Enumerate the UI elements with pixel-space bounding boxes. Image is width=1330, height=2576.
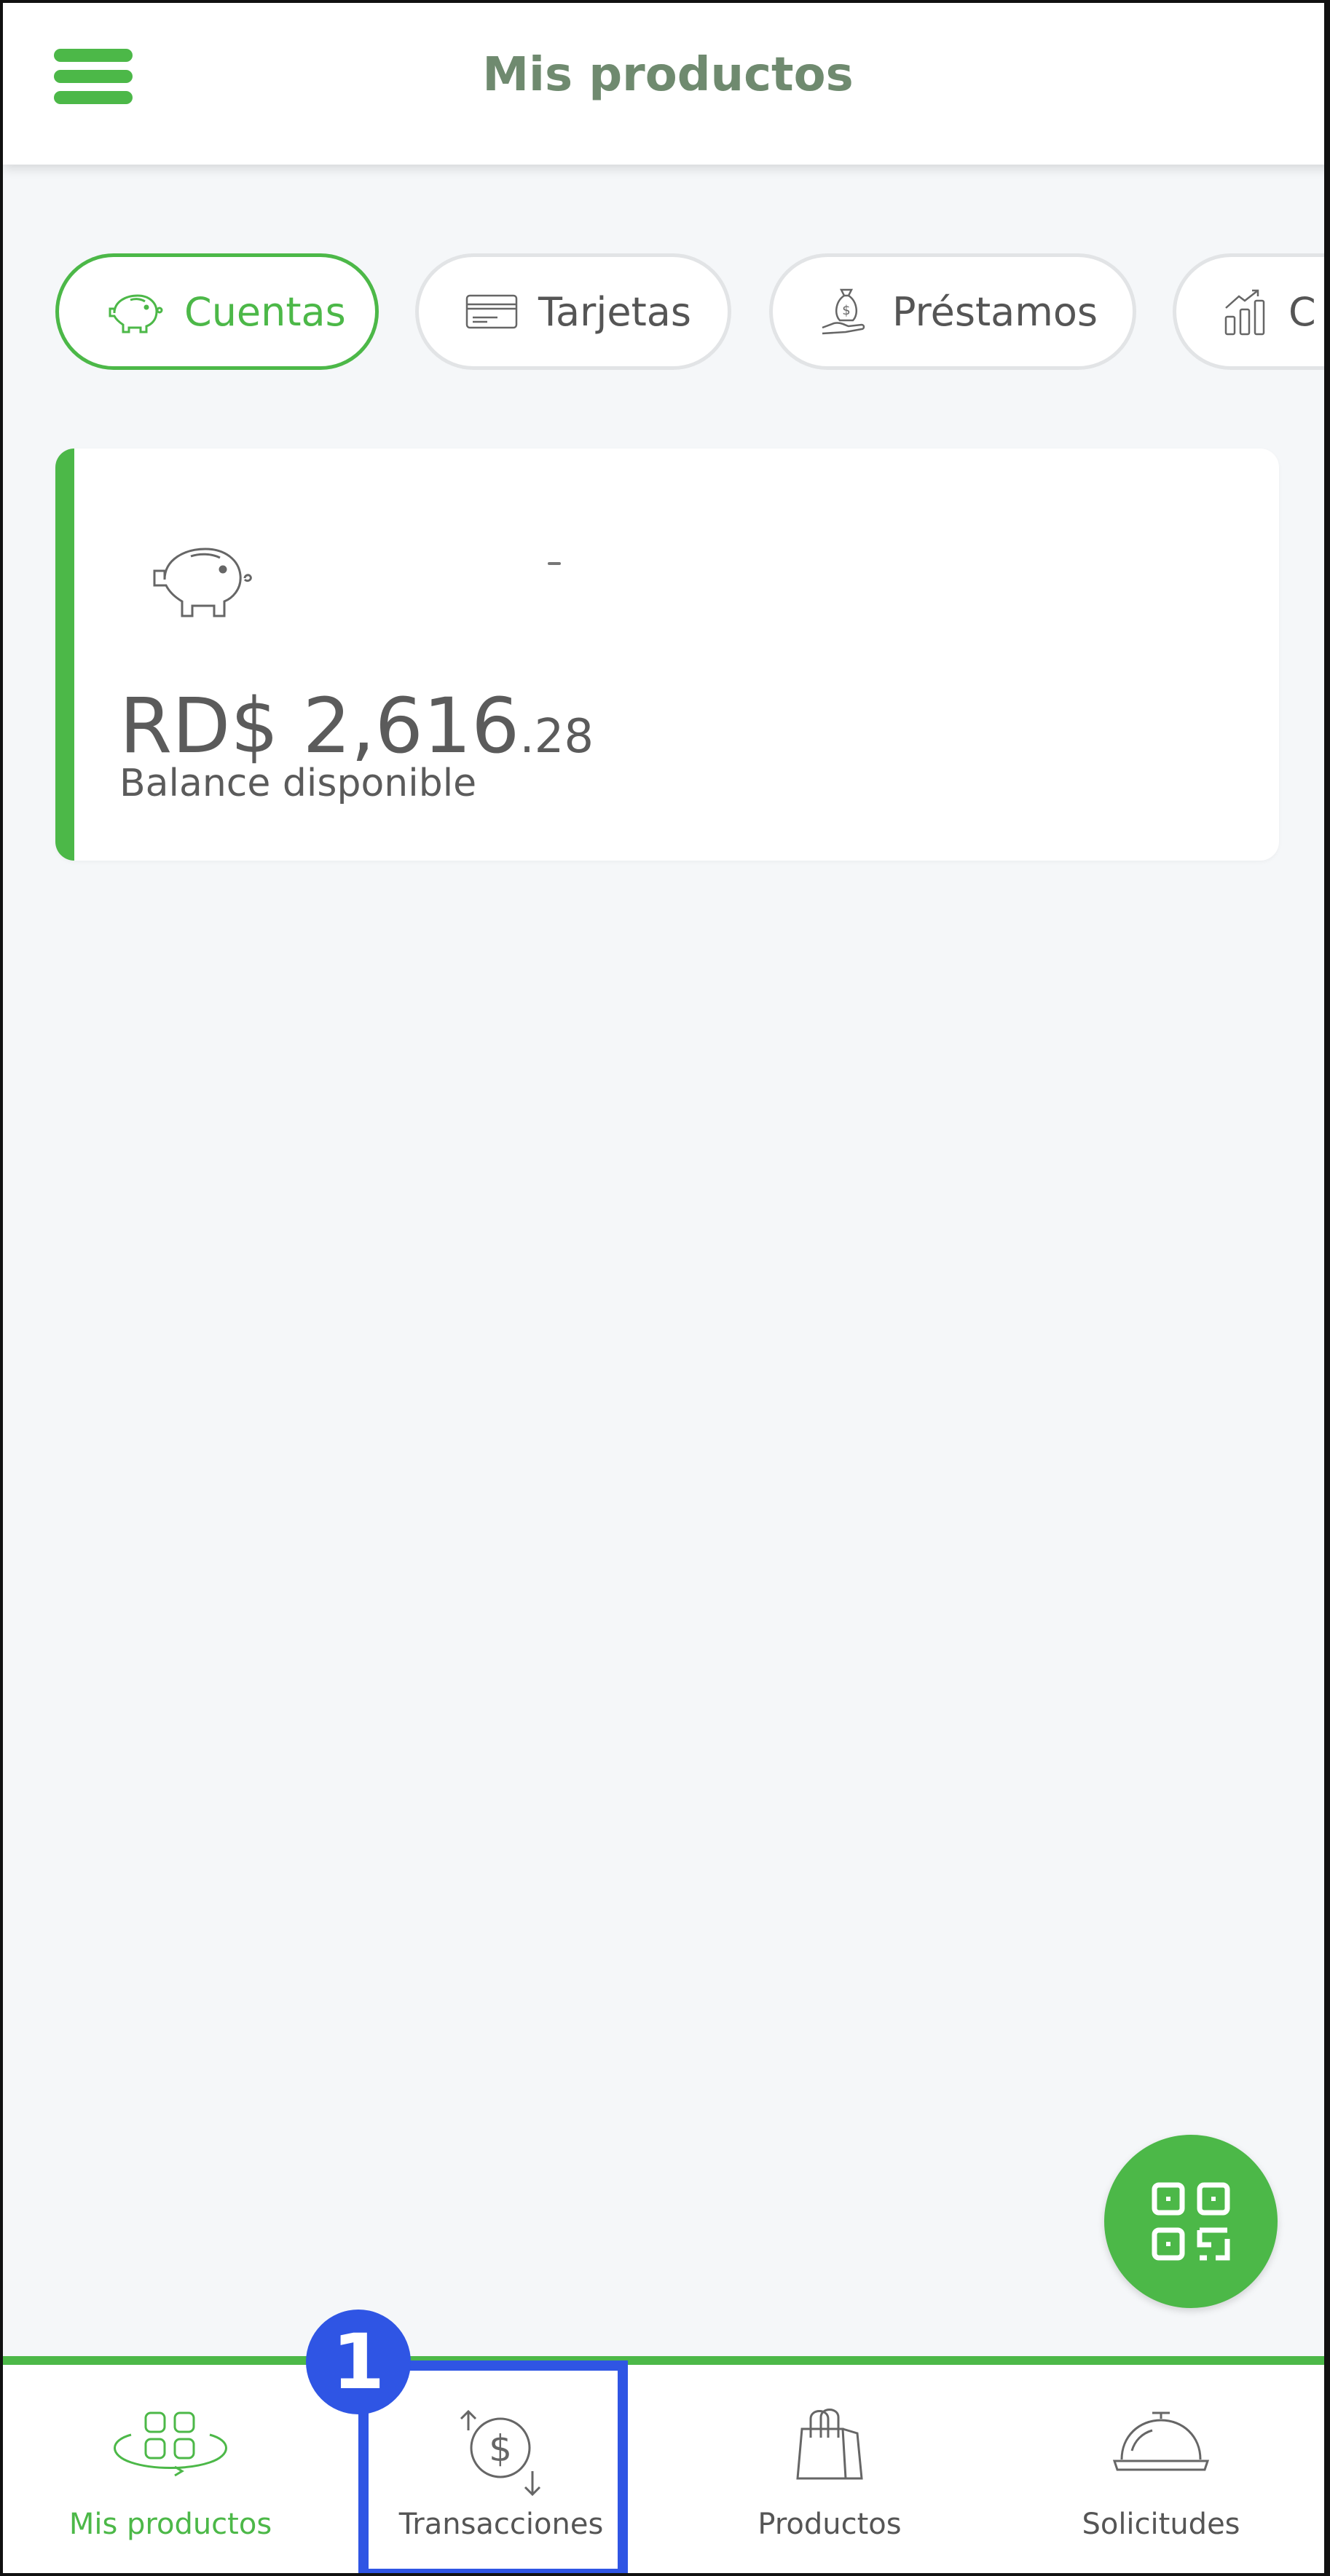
bottom-navigation: Mis productos $ Transacciones Productos [3,2356,1330,2573]
nav-productos[interactable]: Productos [664,2365,995,2573]
balance-label: Balance disponible [119,762,477,805]
growth-chart-icon [1224,289,1265,336]
page-title: Mis productos [482,48,854,102]
annotation-step-badge: 1 [306,2310,411,2414]
nav-label: Productos [758,2508,902,2541]
nav-mis-productos[interactable]: Mis productos [3,2365,338,2573]
qr-scan-icon [1152,2182,1230,2261]
nav-solicitudes[interactable]: Solicitudes [995,2365,1327,2573]
chip-prestamos[interactable]: $ Préstamos [769,253,1136,370]
service-bell-icon [1112,2411,1210,2471]
nav-label: Mis productos [68,2508,272,2541]
svg-text:$: $ [842,303,850,318]
chip-label: Tarjetas [538,288,691,335]
account-name-mark [548,562,561,565]
piggy-bank-icon [153,548,252,617]
grid-products-icon [114,2411,227,2477]
shopping-bag-icon [796,2409,863,2480]
chip-cuentas[interactable]: Cuentas [55,253,379,370]
product-category-chips: Cuentas Tarjetas $ Préstamos C [3,253,1330,370]
screen-edge [1324,3,1330,2573]
qr-scan-button[interactable] [1104,2135,1278,2308]
credit-card-icon [465,294,518,329]
chip-tarjetas[interactable]: Tarjetas [415,253,731,370]
nav-label: Solicitudes [1082,2508,1240,2541]
available-balance: RD$ 2,616.28 [119,681,594,770]
top-app-bar: Mis productos [3,3,1330,165]
chip-label: Cuentas [184,288,346,335]
chip-more[interactable]: C [1173,253,1330,370]
chip-label: Préstamos [892,288,1098,335]
money-bag-hand-icon: $ [822,288,865,335]
piggy-bank-icon [109,294,163,333]
chip-label: C [1288,288,1316,335]
app-screen: Mis productos Cuentas Tarjetas $ Préstam… [0,0,1330,2576]
account-card[interactable]: RD$ 2,616.28 Balance disponible [55,449,1279,861]
